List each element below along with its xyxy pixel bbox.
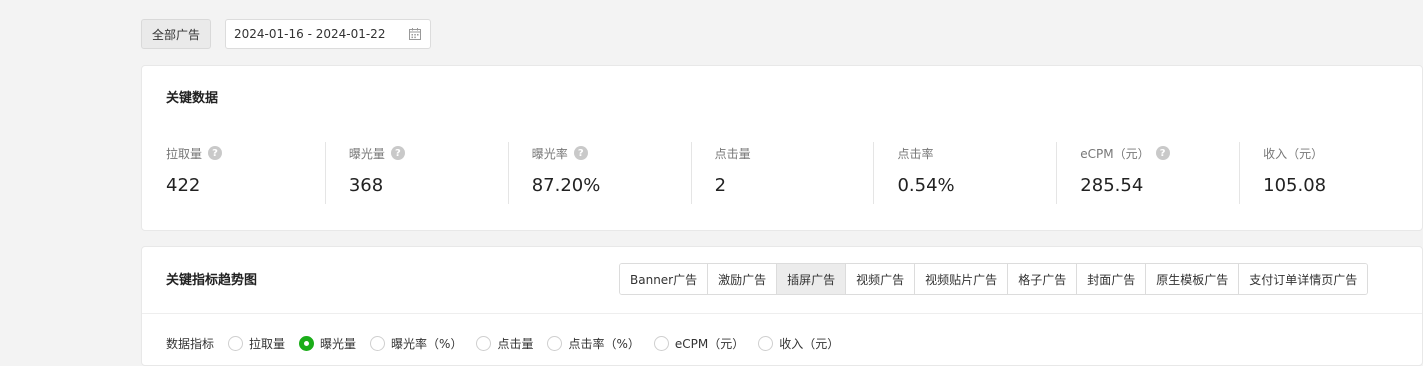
all-ads-button[interactable]: 全部广告 xyxy=(141,19,212,49)
metric-radio[interactable]: 收入（元） xyxy=(758,335,839,352)
filter-bar: 全部广告 2024-01-16 - 2024-01-22 xyxy=(141,19,432,49)
metric-label: 点击量 xyxy=(715,142,874,164)
radio-label: 点击率（%） xyxy=(568,337,640,351)
tab-ad-type[interactable]: Banner广告 xyxy=(620,264,708,294)
radio-label: 曝光量 xyxy=(320,337,357,351)
metric-item: 拉取量? 422 xyxy=(142,142,325,204)
radio-circle-icon[interactable] xyxy=(228,336,244,351)
metric-label-text: 曝光率 xyxy=(531,146,568,161)
tab-ad-type[interactable]: 激励广告 xyxy=(707,264,777,294)
radio-circle-icon[interactable] xyxy=(758,336,774,351)
radio-circle-icon[interactable] xyxy=(299,336,315,351)
metric-value: 87.20% xyxy=(531,175,601,196)
metric-label: 曝光率? xyxy=(532,142,691,164)
metric-value: 105.08 xyxy=(1263,175,1327,196)
ad-type-tabs: Banner广告 激励广告 插屏广告 视频广告 视频贴片广告 格子广告 封面广告 原生模板广告… xyxy=(619,263,1369,295)
metric-value: 422 xyxy=(166,175,201,196)
metric-value: 2 xyxy=(714,175,727,196)
calendar-icon xyxy=(409,28,422,40)
tab-ad-type[interactable]: 视频贴片广告 xyxy=(914,264,1008,294)
metric-label: 曝光量? xyxy=(349,142,508,164)
radio-circle-icon[interactable] xyxy=(547,336,563,351)
tab-ad-type[interactable]: 封面广告 xyxy=(1076,264,1146,294)
metric-radio-group: 数据指标 拉取量 曝光量 曝光率（%） 点击量 点击率（%） eCPM（元） 收入（元） xyxy=(166,335,853,352)
tab-ad-type[interactable]: 视频广告 xyxy=(845,264,915,294)
metrics-row: 拉取量? 422 曝光量? 368 曝光率? 87.20% 点击量 2 点击率 0.54% eCPM… xyxy=(142,142,1422,204)
date-range-picker[interactable]: 2024-01-16 - 2024-01-22 xyxy=(225,19,432,49)
tab-ad-type[interactable]: 格子广告 xyxy=(1007,264,1077,294)
radio-label: 曝光率（%） xyxy=(391,337,463,351)
help-icon[interactable]: ? xyxy=(573,146,588,160)
metric-label: 点击率 xyxy=(897,142,1056,164)
metric-radio[interactable]: 点击量 xyxy=(476,335,533,352)
help-icon[interactable]: ? xyxy=(1155,146,1170,160)
tab-ad-type[interactable]: 插屏广告 xyxy=(776,264,846,294)
metric-value: 285.54 xyxy=(1080,175,1144,196)
trend-card: 关键指标趋势图 Banner广告 激励广告 插屏广告 视频广告 视频贴片广告 格子广告 封面… xyxy=(141,246,1423,366)
metric-value: 368 xyxy=(348,175,384,196)
tab-ad-type[interactable]: 支付订单详情页广告 xyxy=(1238,264,1368,294)
tab-ad-type[interactable]: 原生模板广告 xyxy=(1145,264,1239,294)
radio-label: eCPM（元） xyxy=(674,337,745,351)
radio-circle-icon[interactable] xyxy=(653,336,669,351)
metric-item: 点击量 2 xyxy=(690,142,874,204)
key-data-title: 关键数据 xyxy=(166,91,219,106)
metric-label: eCPM（元）? xyxy=(1080,142,1239,164)
metric-label-text: 点击率 xyxy=(897,146,934,161)
metric-label-text: 收入（元） xyxy=(1263,146,1324,161)
metric-label-text: 点击量 xyxy=(714,146,751,161)
help-icon[interactable]: ? xyxy=(208,146,223,160)
radio-circle-icon[interactable] xyxy=(476,336,492,351)
metric-item: 收入（元） 105.08 xyxy=(1239,142,1422,204)
date-range-text: 2024-01-16 - 2024-01-22 xyxy=(234,27,386,41)
metric-radio[interactable]: 曝光率（%） xyxy=(370,335,462,352)
divider xyxy=(142,313,1422,314)
radio-label: 拉取量 xyxy=(249,337,286,351)
metric-value: 0.54% xyxy=(897,175,955,196)
metric-radio[interactable]: 拉取量 xyxy=(228,335,285,352)
help-icon[interactable]: ? xyxy=(390,146,405,160)
metric-label: 收入（元） xyxy=(1263,142,1422,164)
radio-label: 点击量 xyxy=(497,337,534,351)
metric-label-text: 曝光量 xyxy=(348,146,385,161)
metric-item: 曝光率? 87.20% xyxy=(507,142,691,204)
metric-radio[interactable]: 曝光量 xyxy=(299,335,356,352)
key-data-card: 关键数据 拉取量? 422 曝光量? 368 曝光率? 87.20% 点击量 2 点击率 0.54… xyxy=(141,65,1423,231)
metric-item: eCPM（元）? 285.54 xyxy=(1056,142,1239,204)
metric-label-text: 拉取量 xyxy=(166,146,203,161)
metric-label: 拉取量? xyxy=(166,142,325,164)
trend-title: 关键指标趋势图 xyxy=(166,273,258,288)
radio-circle-icon[interactable] xyxy=(370,336,386,351)
metric-item: 点击率 0.54% xyxy=(873,142,1056,204)
metric-label-text: eCPM（元） xyxy=(1080,146,1150,161)
metric-label: 数据指标 xyxy=(166,337,215,351)
metric-radio[interactable]: eCPM（元） xyxy=(653,335,745,352)
metric-radio[interactable]: 点击率（%） xyxy=(547,335,640,352)
metric-item: 曝光量? 368 xyxy=(324,142,508,204)
radio-label: 收入（元） xyxy=(779,337,840,351)
